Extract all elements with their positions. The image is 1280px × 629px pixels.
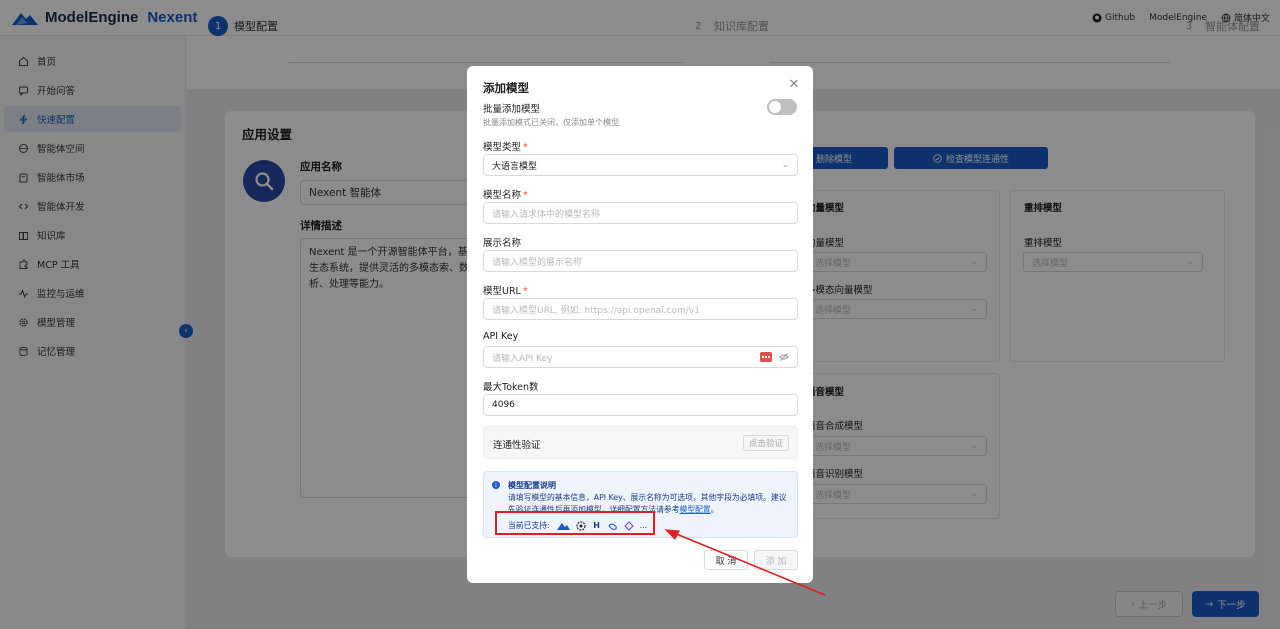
annotation-highlight-box — [495, 511, 655, 535]
model-url-input[interactable]: 请输入模型URL, 例如: https://api.openai.com/v1 — [483, 298, 798, 320]
model-type-value: 大语言模型 — [492, 161, 538, 172]
verify-button[interactable]: 点击验证 — [742, 435, 789, 451]
connectivity-verify-box: 连通性验证 点击验证 — [483, 426, 798, 459]
add-model-dialog: 添加模型 ✕ 批量添加模型 批量添加模式已关闭，仅添加单个模型 模型类型 * 大语… — [467, 66, 813, 583]
cancel-button[interactable]: 取 消 — [704, 550, 748, 570]
model-url-label: 模型URL * — [483, 286, 528, 297]
chevron-down-icon: ⌄ — [781, 160, 789, 170]
eye-off-icon[interactable] — [779, 353, 789, 361]
batch-add-toggle[interactable] — [767, 99, 797, 115]
max-token-input[interactable]: 4096 — [483, 394, 798, 416]
password-manager-icon[interactable] — [760, 352, 772, 362]
api-key-label: API Key — [483, 331, 519, 342]
model-type-label: 模型类型 * — [483, 142, 528, 153]
batch-add-label: 批量添加模型 — [483, 104, 541, 115]
add-button[interactable]: 添 加 — [754, 550, 798, 570]
display-name-input[interactable]: 请输入模型的展示名称 — [483, 250, 798, 272]
model-name-input[interactable]: 请输入请求体中的模型名称 — [483, 202, 798, 224]
display-name-label: 展示名称 — [483, 238, 522, 249]
model-name-label: 模型名称 * — [483, 190, 528, 201]
dialog-title: 添加模型 — [483, 81, 529, 95]
model-type-select[interactable]: 大语言模型 ⌄ — [483, 154, 798, 176]
info-icon: i — [492, 481, 500, 489]
toggle-knob — [769, 101, 781, 113]
api-key-placeholder: 请输入API Key — [492, 353, 553, 364]
close-icon[interactable]: ✕ — [787, 77, 801, 92]
model-config-link[interactable]: 模型配置 — [680, 505, 711, 514]
max-token-label: 最大Token数 — [483, 382, 539, 393]
connectivity-label: 连通性验证 — [493, 440, 541, 451]
info-title: 模型配置说明 — [508, 481, 556, 490]
api-key-input[interactable]: 请输入API Key — [483, 346, 798, 368]
batch-add-hint: 批量添加模式已关闭，仅添加单个模型 — [483, 118, 619, 127]
